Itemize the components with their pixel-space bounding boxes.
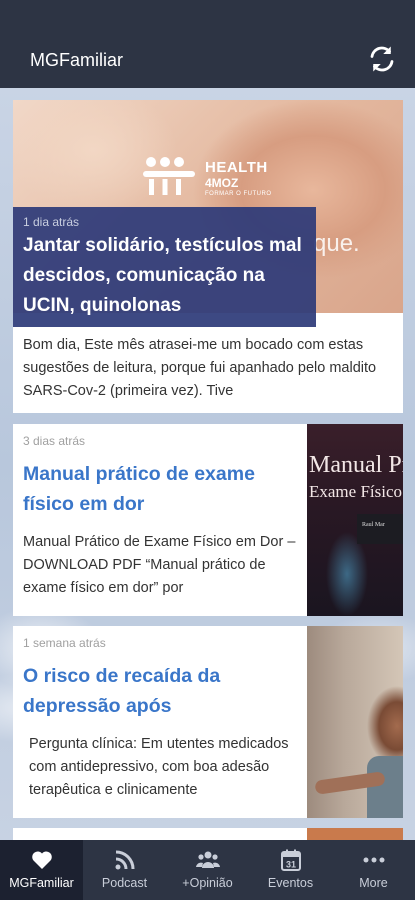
thumbnail-author: Raul Mar <box>362 522 385 528</box>
app-title: MGFamiliar <box>30 50 123 70</box>
article-time: 1 semana atrás <box>23 636 106 650</box>
logo-line-2: 4MOZ <box>205 175 239 190</box>
article-excerpt: Manual Prático de Exame Físico em Dor – … <box>23 534 296 596</box>
nav-item-label: Eventos <box>267 876 314 890</box>
nav-item-label: +Opinião <box>182 876 233 890</box>
heart-icon <box>31 851 52 869</box>
nav-item-podcast[interactable]: Podcast <box>83 840 166 900</box>
article-card[interactable]: 3 dias atrás Manual prático de exame fís… <box>13 424 403 616</box>
image-caption-text: que. <box>313 230 360 257</box>
article-headline[interactable]: Manual prático de exame físico em dor <box>23 459 305 519</box>
more-icon <box>363 857 384 863</box>
calendar-day: 31 <box>285 860 295 870</box>
nav-item-label: Podcast <box>101 876 148 890</box>
article-card-featured[interactable]: HEALTH 4MOZ FORMAR O FUTURO que. 1 dia a… <box>13 100 403 413</box>
nav-item-eventos[interactable]: 31 Eventos <box>249 840 332 900</box>
article-excerpt: Pergunta clínica: Em utentes medicados c… <box>29 736 289 798</box>
calendar-icon: 31 <box>280 849 301 871</box>
nav-item-more[interactable]: More <box>332 840 415 900</box>
logo-line-3: FORMAR O FUTURO <box>205 190 272 197</box>
health4moz-logo: HEALTH 4MOZ FORMAR O FUTURO <box>141 155 272 201</box>
article-thumbnail <box>307 626 403 818</box>
refresh-icon[interactable] <box>367 44 397 74</box>
article-card[interactable]: 1 semana atrás O risco de recaída da dep… <box>13 626 403 818</box>
bottom-navigation: MGFamiliar Podcast +Opinião 31 Eventos M… <box>0 840 415 900</box>
logo-mark-icon <box>143 157 195 195</box>
logo-line-1: HEALTH <box>205 158 268 176</box>
article-time: 3 dias atrás <box>23 434 86 448</box>
nav-item-mgfamiliar[interactable]: MGFamiliar <box>0 840 83 900</box>
article-excerpt: Bom dia, Este mês atrasei-me um bocado c… <box>23 337 377 399</box>
article-headline[interactable]: O risco de recaída da depressão após <box>23 661 305 721</box>
nav-item-label: More <box>359 876 388 890</box>
thumbnail-band <box>357 514 403 544</box>
group-icon <box>195 851 220 868</box>
article-headline[interactable]: Jantar solidário, testículos mal descido… <box>23 231 306 321</box>
article-thumbnail: Manual Prá Exame Físico Raul Mar <box>307 424 403 616</box>
headline-overlay: 1 dia atrás Jantar solidário, testículos… <box>13 207 316 327</box>
nav-item-label: MGFamiliar <box>9 876 74 890</box>
top-app-bar: MGFamiliar <box>0 0 415 88</box>
rss-icon <box>115 850 134 870</box>
thumbnail-subtitle-line: Exame Físico <box>309 482 403 501</box>
thumbnail-person <box>367 756 403 818</box>
thumbnail-title-line: Manual Prá <box>309 452 403 478</box>
article-time: 1 dia atrás <box>23 215 80 229</box>
nav-item-opiniao[interactable]: +Opinião <box>166 840 249 900</box>
